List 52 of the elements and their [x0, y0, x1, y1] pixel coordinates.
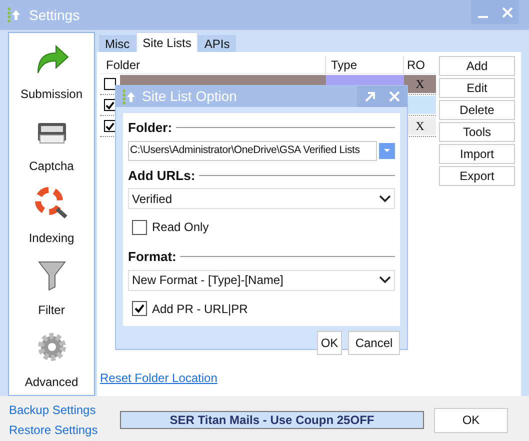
- chevron-down-icon: [379, 194, 391, 202]
- reset-folder-link[interactable]: Reset Folder Location: [100, 371, 218, 385]
- side-button[interactable]: Tools: [439, 122, 515, 142]
- side-button[interactable]: Edit: [439, 78, 515, 98]
- format-dropdown[interactable]: New Format - [Type]-[Name]: [128, 270, 395, 290]
- chevron-down-icon: [379, 276, 391, 284]
- dropdown-button[interactable]: [379, 142, 395, 158]
- column-header[interactable]: RO: [404, 56, 434, 74]
- side-button[interactable]: Export: [439, 166, 515, 186]
- checkbox-label: Read Only: [152, 219, 209, 236]
- ok-button[interactable]: OK: [317, 330, 342, 354]
- app-icon: [122, 88, 136, 104]
- app-icon: [7, 7, 21, 23]
- lifebuoy-magnifier-icon: [34, 187, 68, 219]
- tab[interactable]: APIs: [198, 35, 236, 52]
- section-label: Folder:: [128, 119, 172, 137]
- checkbox[interactable]: [104, 120, 116, 132]
- gear-icon: [36, 331, 68, 363]
- close-icon: [389, 91, 400, 102]
- window-title: Settings: [29, 6, 80, 25]
- tab[interactable]: Misc: [99, 35, 136, 52]
- diagonal-arrow-icon: [364, 90, 376, 102]
- sidebar-item[interactable]: Filter: [9, 249, 94, 321]
- funnel-icon: [36, 259, 66, 291]
- column-header[interactable]: Type: [326, 56, 404, 74]
- section-label: Format:: [128, 248, 176, 266]
- sidebar-item[interactable]: Advanced: [9, 321, 94, 393]
- sidebar-item[interactable]: Indexing: [9, 177, 94, 249]
- add-urls-dropdown[interactable]: Verified: [128, 188, 395, 209]
- checkbox[interactable]: [132, 301, 147, 316]
- close-icon: [502, 6, 512, 18]
- dialog-title: Site List Option: [142, 87, 237, 106]
- restore-settings-link[interactable]: Restore Settings: [9, 421, 109, 439]
- checkbox-label: Add PR - URL|PR: [152, 300, 248, 318]
- section-label: Add URLs:: [128, 166, 196, 184]
- column-header[interactable]: Folder: [100, 56, 326, 74]
- sidebar-item[interactable]: Submission: [9, 33, 94, 105]
- side-button[interactable]: Add: [439, 56, 515, 76]
- ok-button[interactable]: OK: [434, 408, 508, 432]
- checkbox[interactable]: [104, 78, 116, 90]
- checkbox[interactable]: [132, 220, 147, 234]
- table-cell: X: [404, 75, 436, 93]
- tab[interactable]: Site Lists: [136, 32, 198, 52]
- side-button[interactable]: Import: [439, 144, 515, 164]
- backup-settings-link[interactable]: Backup Settings: [9, 401, 109, 419]
- checkbox[interactable]: [104, 99, 116, 111]
- folder-field[interactable]: C:\Users\Administrator\OneDrive\GSA Verified Lists: [128, 140, 377, 160]
- side-button[interactable]: Delete: [439, 100, 515, 120]
- sidebar-item[interactable]: Captcha: [9, 105, 94, 177]
- promo-banner: SER Titan Mails - Use Coupn 25OFF: [120, 411, 424, 429]
- caret-down-icon: [384, 148, 390, 152]
- cancel-button[interactable]: Cancel: [348, 330, 400, 354]
